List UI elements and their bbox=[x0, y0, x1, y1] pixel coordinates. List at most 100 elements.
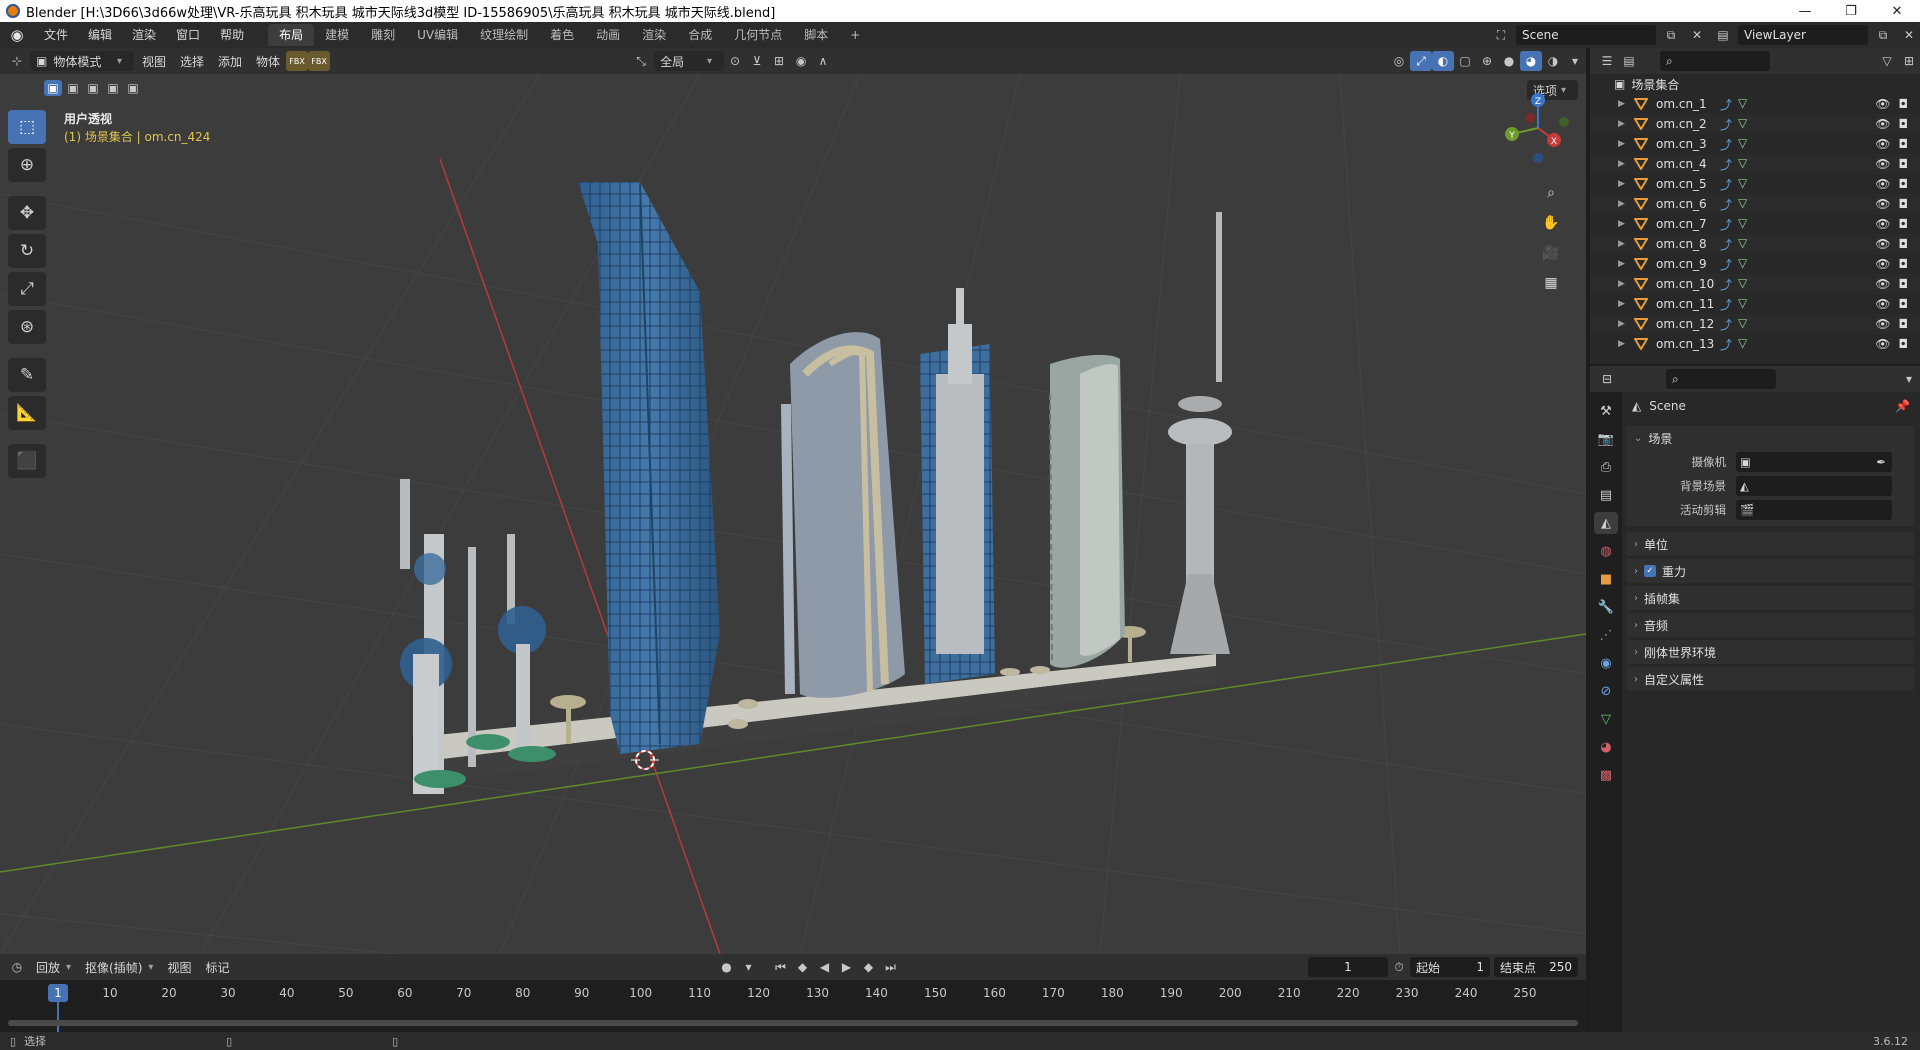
3d-viewport[interactable]: 用户透视 (1) 场景集合 | om.cn_424 选项 ▾ ▣ ▣ ▣ ▣ ▣… bbox=[0, 74, 1586, 954]
outliner-search-input[interactable]: ⌕ bbox=[1660, 51, 1770, 71]
render-camera-icon[interactable]: ◘ bbox=[1899, 337, 1909, 351]
tab-layout[interactable]: 布局 bbox=[268, 24, 315, 46]
delete-view-layer-icon[interactable]: ✕ bbox=[1898, 25, 1920, 45]
object-tab-icon[interactable]: ■ bbox=[1594, 568, 1618, 590]
outliner-object-row[interactable]: ▶ om.cn_4 ⤴ ▽ 👁 ◘ bbox=[1590, 154, 1920, 174]
expand-arrow-icon[interactable]: ▶ bbox=[1618, 259, 1630, 269]
scene-selector-icon[interactable]: ⛶ bbox=[1490, 25, 1512, 45]
outliner-object-row[interactable]: ▶ om.cn_2 ⤴ ▽ 👁 ◘ bbox=[1590, 114, 1920, 134]
pan-hand-icon[interactable]: ✋ bbox=[1538, 210, 1564, 236]
render-camera-icon[interactable]: ◘ bbox=[1899, 97, 1909, 111]
constraints-tab-icon[interactable]: ⊘ bbox=[1594, 680, 1618, 702]
expand-arrow-icon[interactable]: ▶ bbox=[1618, 179, 1630, 189]
keying-set-icon[interactable]: ▾ bbox=[737, 957, 759, 977]
add-cube-tool-icon[interactable]: ⬛ bbox=[8, 444, 46, 478]
select-new-icon[interactable]: ▣ bbox=[44, 80, 62, 96]
tab-modeling[interactable]: 建模 bbox=[314, 24, 360, 46]
eye-icon[interactable]: 👁 bbox=[1875, 137, 1890, 151]
eye-icon[interactable]: 👁 bbox=[1875, 337, 1890, 351]
cursor-tool-icon[interactable]: ⊕ bbox=[8, 148, 46, 182]
jump-prev-keyframe-icon[interactable]: ◆ bbox=[791, 957, 813, 977]
new-collection-icon[interactable]: ⊞ bbox=[1898, 51, 1920, 71]
outliner-object-row[interactable]: ▶ om.cn_10 ⤴ ▽ 👁 ◘ bbox=[1590, 274, 1920, 294]
xray-toggle-icon[interactable]: ▢ bbox=[1454, 51, 1476, 71]
properties-options-icon[interactable]: ▾ bbox=[1898, 369, 1920, 389]
end-frame-field[interactable]: 结束点 250 bbox=[1494, 957, 1578, 977]
menu-select[interactable]: 选择 bbox=[174, 51, 210, 71]
fbx-export-icon[interactable]: FBX bbox=[308, 51, 331, 71]
gizmo-toggle-icon[interactable]: ⤢ bbox=[1410, 51, 1432, 71]
tab-sculpting[interactable]: 雕刻 bbox=[360, 24, 406, 46]
transform-tool-icon[interactable]: ⊛ bbox=[8, 310, 46, 344]
texture-tab-icon[interactable]: ▩ bbox=[1594, 764, 1618, 786]
timeline-scrollbar[interactable] bbox=[8, 1020, 1578, 1026]
properties-section[interactable]: › 自定义属性 bbox=[1626, 667, 1914, 691]
render-camera-icon[interactable]: ◘ bbox=[1899, 117, 1909, 131]
properties-section[interactable]: › ✓ 重力 bbox=[1626, 559, 1914, 583]
tab-geometry-nodes[interactable]: 几何节点 bbox=[723, 24, 793, 46]
material-preview-shading-icon[interactable]: ◕ bbox=[1520, 51, 1542, 71]
eye-icon[interactable]: 👁 bbox=[1875, 177, 1890, 191]
snap-target-icon[interactable]: ⊞ bbox=[768, 51, 790, 71]
render-camera-icon[interactable]: ◘ bbox=[1899, 177, 1909, 191]
expand-arrow-icon[interactable]: ▶ bbox=[1618, 339, 1630, 349]
tab-shading[interactable]: 着色 bbox=[539, 24, 585, 46]
outliner-object-row[interactable]: ▶ om.cn_1 ⤴ ▽ 👁 ◘ bbox=[1590, 94, 1920, 114]
navigation-gizmo[interactable]: X Y Z ⌕ ✋ 🎥 ▦ bbox=[1498, 88, 1578, 291]
timeline-body[interactable]: 1102030405060708090100110120130140150160… bbox=[0, 980, 1586, 1032]
menu-file[interactable]: 文件 bbox=[34, 22, 78, 48]
eye-icon[interactable]: 👁 bbox=[1875, 97, 1890, 111]
output-tab-icon[interactable]: ⎙ bbox=[1594, 456, 1618, 478]
menu-keying[interactable]: 抠像(插帧) bbox=[79, 957, 148, 977]
eye-icon[interactable]: 👁 bbox=[1875, 317, 1890, 331]
snap-icon[interactable]: ⊻ bbox=[746, 51, 768, 71]
shading-options-icon[interactable]: ▾ bbox=[1564, 51, 1586, 71]
new-scene-icon[interactable]: ⧉ bbox=[1660, 25, 1682, 45]
timeline-editor-icon[interactable]: ◷ bbox=[6, 957, 28, 977]
render-camera-icon[interactable]: ◘ bbox=[1899, 297, 1909, 311]
pin-icon[interactable]: 📌 bbox=[1895, 399, 1910, 413]
visibility-selector-icon[interactable]: ◎ bbox=[1388, 51, 1410, 71]
render-camera-icon[interactable]: ◘ bbox=[1899, 137, 1909, 151]
annotate-tool-icon[interactable]: ✎ bbox=[8, 358, 46, 392]
tool-tab-icon[interactable]: ⚒ bbox=[1594, 400, 1618, 422]
tab-compositing[interactable]: 合成 bbox=[677, 24, 723, 46]
expand-arrow-icon[interactable]: ▶ bbox=[1618, 299, 1630, 309]
menu-add[interactable]: 添加 bbox=[212, 51, 248, 71]
zoom-icon[interactable]: ⌕ bbox=[1538, 180, 1564, 206]
rotate-tool-icon[interactable]: ↻ bbox=[8, 234, 46, 268]
scene-panel-header[interactable]: ⌄ 场景 bbox=[1626, 426, 1914, 450]
tab-animation[interactable]: 动画 bbox=[585, 24, 631, 46]
play-icon[interactable]: ▶ bbox=[835, 957, 857, 977]
eye-icon[interactable]: 👁 bbox=[1875, 157, 1890, 171]
menu-object[interactable]: 物体 bbox=[250, 51, 286, 71]
axis-gizmo[interactable]: X Y Z bbox=[1498, 88, 1578, 168]
jump-next-keyframe-icon[interactable]: ◆ bbox=[857, 957, 879, 977]
outliner-object-row[interactable]: ▶ om.cn_7 ⤴ ▽ 👁 ◘ bbox=[1590, 214, 1920, 234]
menu-playback[interactable]: 回放 bbox=[30, 957, 66, 977]
outliner-object-row[interactable]: ▶ om.cn_13 ⤴ ▽ 👁 ◘ bbox=[1590, 334, 1920, 354]
menu-view[interactable]: 视图 bbox=[136, 51, 172, 71]
scene-tab-icon[interactable]: ◭ bbox=[1594, 512, 1618, 534]
outliner-editor-icon[interactable]: ☰ bbox=[1596, 51, 1618, 71]
editor-type-icon[interactable]: ⊹ bbox=[6, 51, 28, 71]
auto-keying-icon[interactable]: ● bbox=[715, 957, 737, 977]
proportional-edit-icon[interactable]: ◉ bbox=[790, 51, 812, 71]
add-workspace-button[interactable]: + bbox=[839, 24, 871, 46]
active-clip-field[interactable]: 🎬 bbox=[1736, 500, 1892, 520]
outliner-object-row[interactable]: ▶ om.cn_8 ⤴ ▽ 👁 ◘ bbox=[1590, 234, 1920, 254]
minimize-button[interactable]: — bbox=[1782, 0, 1828, 22]
display-mode-icon[interactable]: ▤ bbox=[1618, 51, 1640, 71]
expand-arrow-icon[interactable]: ▶ bbox=[1618, 199, 1630, 209]
fbx-import-icon[interactable]: FBX bbox=[286, 51, 309, 71]
properties-editor-icon[interactable]: ⊟ bbox=[1596, 369, 1618, 389]
view-layer-field[interactable]: ViewLayer bbox=[1738, 25, 1868, 45]
pivot-point-icon[interactable]: ⊙ bbox=[724, 51, 746, 71]
select-intersect-icon[interactable]: ▣ bbox=[124, 80, 142, 96]
menu-marker[interactable]: 标记 bbox=[199, 957, 235, 977]
menu-edit[interactable]: 编辑 bbox=[78, 22, 122, 48]
render-camera-icon[interactable]: ◘ bbox=[1899, 157, 1909, 171]
new-view-layer-icon[interactable]: ⧉ bbox=[1872, 25, 1894, 45]
modifier-tab-icon[interactable]: 🔧 bbox=[1594, 596, 1618, 618]
physics-tab-icon[interactable]: ◉ bbox=[1594, 652, 1618, 674]
